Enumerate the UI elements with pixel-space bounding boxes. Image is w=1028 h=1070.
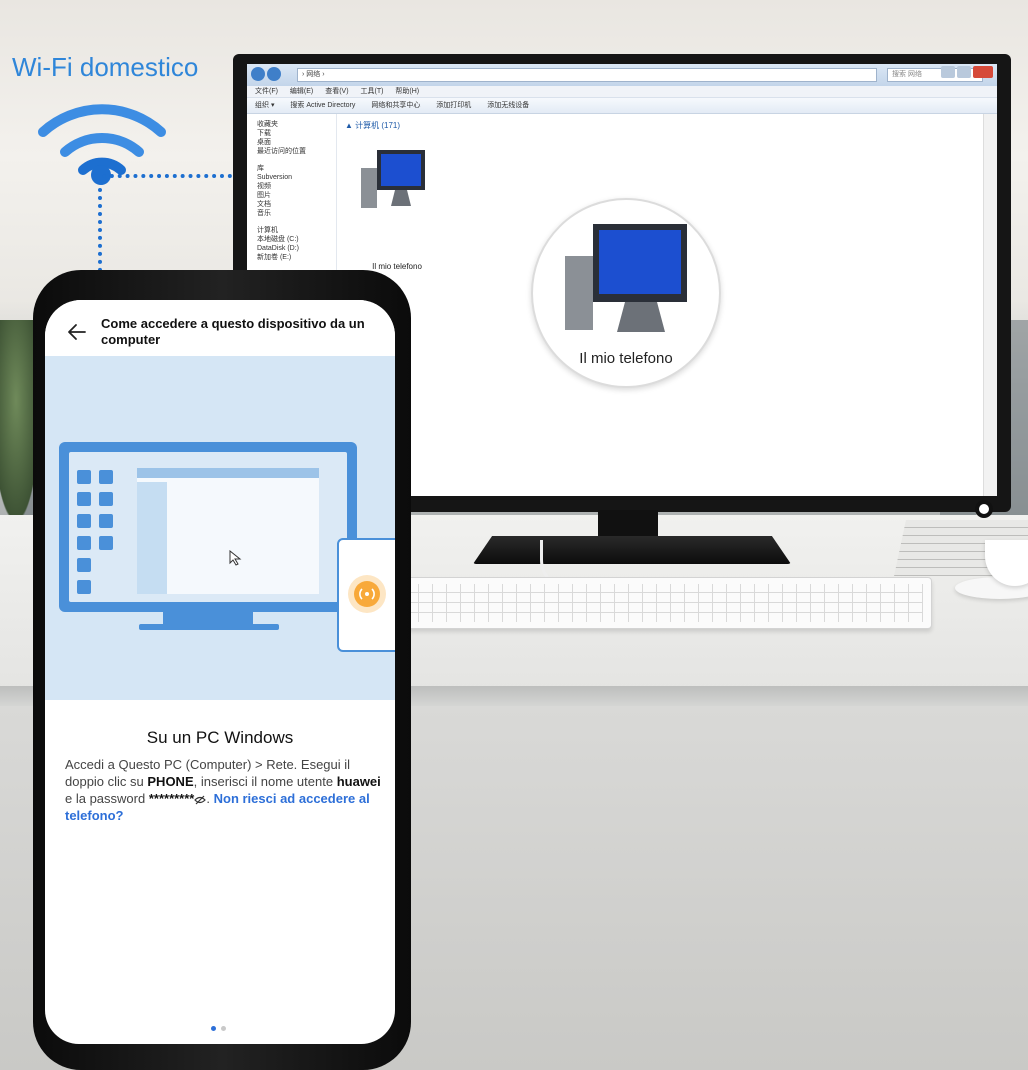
explorer-toolbar: 组织 ▾ 搜索 Active Directory 网络和共享中心 添加打印机 添… xyxy=(247,98,997,114)
forward-nav-icon[interactable] xyxy=(267,67,281,81)
section-heading: Su un PC Windows xyxy=(146,728,294,747)
back-arrow-icon[interactable] xyxy=(65,320,89,344)
password: ********* xyxy=(148,791,195,806)
nav-item[interactable]: DataDisk (D:) xyxy=(257,244,336,253)
phone-screen: Come accedere a questo dispositivo da un… xyxy=(45,300,395,1044)
menu-item[interactable]: 工具(T) xyxy=(361,88,384,95)
nav-item[interactable]: 本地磁盘 (C:) xyxy=(257,235,336,244)
phone-header: Come accedere a questo dispositivo da un… xyxy=(45,300,395,356)
computer-icon[interactable] xyxy=(359,144,429,214)
instructions-text: Accedi a Questo PC (Computer) > Rete. Es… xyxy=(65,757,381,823)
page-dot[interactable] xyxy=(221,1026,226,1032)
menu-item[interactable]: 文件(F) xyxy=(255,88,278,95)
illustration-phone xyxy=(337,538,395,652)
nav-item[interactable]: 下载 xyxy=(257,129,336,138)
monitor-stand-base xyxy=(473,536,791,564)
zoom-callout: Il mio telefono xyxy=(531,198,721,388)
nav-item[interactable]: 计算机 xyxy=(257,226,336,235)
nav-item[interactable]: 图片 xyxy=(257,191,336,200)
phone: Come accedere a questo dispositivo da un… xyxy=(33,270,411,1070)
illustration-monitor xyxy=(59,442,357,612)
menu-item[interactable]: 帮助(H) xyxy=(395,88,419,95)
page-dot-active[interactable] xyxy=(211,1026,216,1032)
nav-item[interactable]: 最近访问的位置 xyxy=(257,147,336,156)
nav-item[interactable]: 视频 xyxy=(257,182,336,191)
scrollbar[interactable] xyxy=(983,114,997,496)
device-name: PHONE xyxy=(147,774,194,789)
nav-item[interactable]: 收藏夹 xyxy=(257,120,336,129)
back-nav-icon[interactable] xyxy=(251,67,265,81)
power-icon xyxy=(975,500,993,518)
menu-item[interactable]: 编辑(E) xyxy=(290,88,313,95)
toolbar-item[interactable]: 搜索 Active Directory xyxy=(290,102,355,109)
computer-icon-large xyxy=(565,224,687,332)
nav-item[interactable]: 文档 xyxy=(257,200,336,209)
page-title: Come accedere a questo dispositivo da un… xyxy=(101,316,365,347)
toolbar-item[interactable]: 组织 ▾ xyxy=(255,102,274,109)
menu-item[interactable]: 查看(V) xyxy=(325,88,348,95)
nav-item[interactable]: 桌面 xyxy=(257,138,336,147)
illustration-stand xyxy=(163,612,253,624)
close-button[interactable] xyxy=(973,66,993,78)
eye-off-icon[interactable] xyxy=(194,795,207,805)
illustration-window xyxy=(137,468,319,594)
illustration-screen xyxy=(69,452,347,602)
toolbar-item[interactable]: 添加打印机 xyxy=(436,102,471,109)
wifi-label: Wi-Fi domestico xyxy=(12,52,199,82)
toolbar-item[interactable]: 添加无线设备 xyxy=(487,102,529,109)
username: huawei xyxy=(336,774,381,789)
keyboard xyxy=(396,577,932,629)
nav-item[interactable]: Subversion xyxy=(257,173,336,182)
illustration xyxy=(45,356,395,700)
content-pane: ▲ 计算机 (171) Il mio telefono Il mio telef… xyxy=(339,114,979,496)
cursor-icon xyxy=(229,550,242,566)
nav-buttons[interactable] xyxy=(251,67,291,83)
connection-line-vertical xyxy=(98,180,102,280)
page-indicator xyxy=(211,1020,235,1032)
minimize-button[interactable] xyxy=(957,66,971,78)
connection-line-horizontal xyxy=(102,174,232,178)
explorer-titlebar: › 网络 › 搜索 网络 xyxy=(247,64,997,86)
menu-bar: 文件(F) 编辑(E) 查看(V) 工具(T) 帮助(H) xyxy=(247,86,997,98)
zoom-device-label: Il mio telefono xyxy=(579,350,673,367)
nav-item[interactable]: 库 xyxy=(257,164,336,173)
address-bar[interactable]: › 网络 › xyxy=(297,68,877,82)
scene: Wi-Fi domestico › 网络 › 搜索 网络 文件(F) 编辑(E)… xyxy=(0,0,1028,1070)
signal-icon xyxy=(348,575,386,613)
illustration-base xyxy=(139,624,279,630)
group-header[interactable]: ▲ 计算机 (171) xyxy=(345,120,400,131)
maximize-button[interactable] xyxy=(941,66,955,78)
nav-item[interactable]: 新加卷 (E:) xyxy=(257,253,336,262)
nav-item[interactable]: 音乐 xyxy=(257,209,336,218)
toolbar-item[interactable]: 网络和共享中心 xyxy=(371,102,420,109)
